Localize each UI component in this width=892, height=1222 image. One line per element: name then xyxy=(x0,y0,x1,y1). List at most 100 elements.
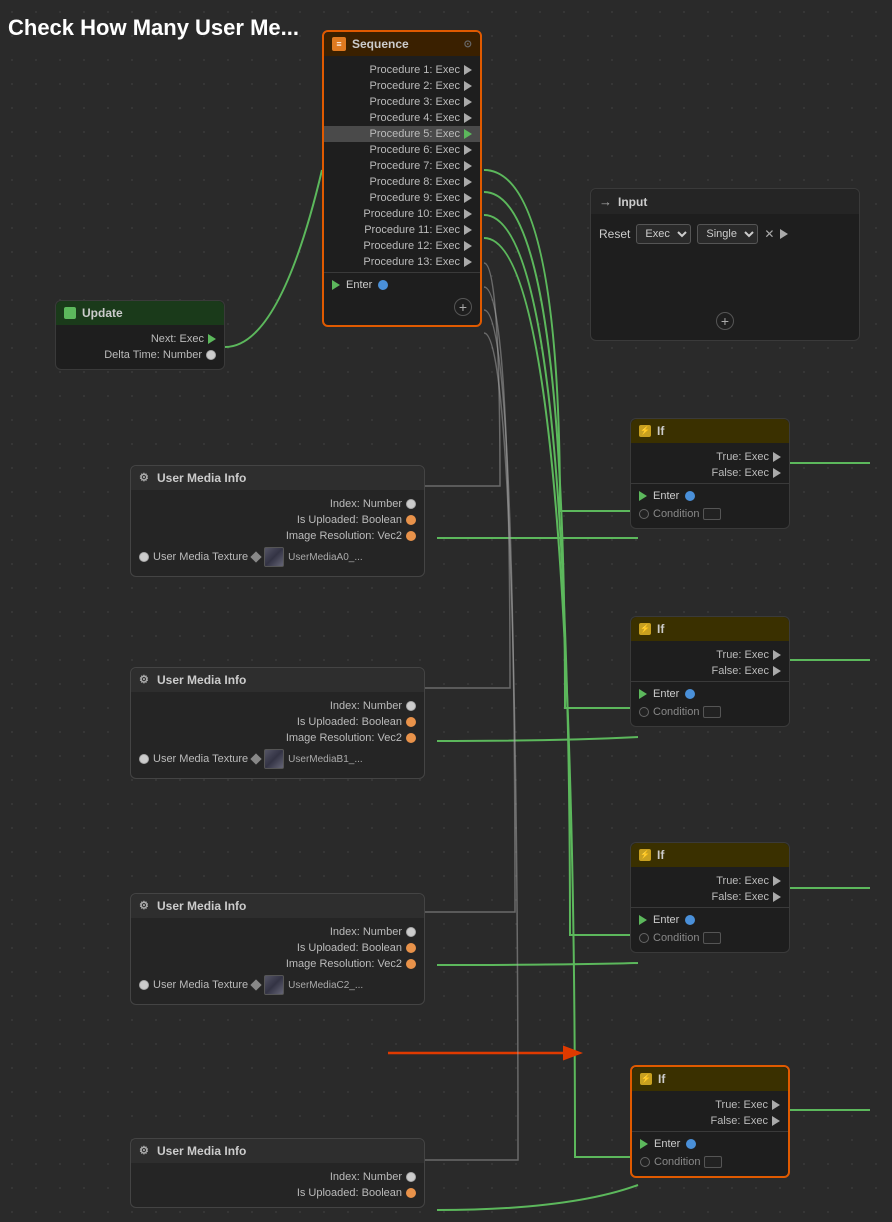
if-2-condition-port xyxy=(639,707,649,717)
umi-node-2: ⚙ User Media Info Index: Number Is Uploa… xyxy=(130,667,425,779)
umi-2-texture-thumb xyxy=(264,749,284,769)
if-3-bool-box xyxy=(703,932,721,944)
if-3-icon: ⚡ xyxy=(639,849,651,861)
sequence-enter-exec xyxy=(332,280,340,290)
if-4-true-row: True: Exec xyxy=(632,1097,788,1113)
umi-1-body: Index: Number Is Uploaded: Boolean Image… xyxy=(131,490,424,576)
umi-1-header: ⚙ User Media Info xyxy=(131,466,424,490)
umi-1-gear-icon: ⚙ xyxy=(139,472,151,484)
sequence-options: ⊙ xyxy=(464,39,472,50)
if-2-condition-label: Condition xyxy=(653,706,699,718)
input-close-button[interactable]: ✕ xyxy=(764,227,774,241)
umi-1-resolution-row: Image Resolution: Vec2 xyxy=(131,528,424,544)
sequence-icon: ≡ xyxy=(332,37,346,51)
umi-2-resolution-row: Image Resolution: Vec2 xyxy=(131,730,424,746)
umi-4-title: User Media Info xyxy=(157,1144,246,1158)
umi-2-index-label: Index: Number xyxy=(330,700,402,712)
umi-3-index-port xyxy=(406,927,416,937)
umi-3-texture-thumb xyxy=(264,975,284,995)
input-node-header: → Input xyxy=(591,189,859,214)
umi-3-texture-name: UserMediaC2_... xyxy=(288,980,363,991)
if-1-enter-row: Enter xyxy=(631,486,789,506)
proc-9-label: Procedure 9: Exec xyxy=(370,192,461,204)
if-1-icon: ⚡ xyxy=(639,425,651,437)
if-2-true-label: True: Exec xyxy=(716,649,769,661)
proc-7-label: Procedure 7: Exec xyxy=(370,160,461,172)
if-3-enter-row: Enter xyxy=(631,910,789,930)
if-1-false-exec xyxy=(773,468,781,478)
if-1-true-label: True: Exec xyxy=(716,451,769,463)
if-1-true-row: True: Exec xyxy=(631,449,789,465)
if-node-4-body: True: Exec False: Exec Enter Condition xyxy=(632,1091,788,1176)
update-body: Next: Exec Delta Time: Number xyxy=(56,325,224,369)
proc-8-exec xyxy=(464,177,472,187)
if-2-true-exec xyxy=(773,650,781,660)
umi-2-texture-name: UserMediaB1_... xyxy=(288,754,362,765)
if-2-true-row: True: Exec xyxy=(631,647,789,663)
umi-4-body: Index: Number Is Uploaded: Boolean xyxy=(131,1163,424,1207)
update-icon xyxy=(64,307,76,319)
input-single-select[interactable]: Single xyxy=(697,224,758,244)
if-3-label: If xyxy=(657,848,664,862)
umi-1-index-row: Index: Number xyxy=(131,496,424,512)
umi-1-resolution-port xyxy=(406,531,416,541)
umi-4-uploaded-port xyxy=(406,1188,416,1198)
umi-1-texture-name: UserMediaA0_... xyxy=(288,552,362,563)
input-add-button[interactable]: + xyxy=(716,312,734,330)
umi-3-body: Index: Number Is Uploaded: Boolean Image… xyxy=(131,918,424,1004)
proc-4-row: Procedure 4: Exec xyxy=(324,110,480,126)
umi-4-index-row: Index: Number xyxy=(131,1169,424,1185)
umi-4-uploaded-row: Is Uploaded: Boolean xyxy=(131,1185,424,1201)
umi-1-texture-thumb xyxy=(264,547,284,567)
proc-13-exec xyxy=(464,257,472,267)
if-2-icon: ⚡ xyxy=(639,623,651,635)
if-3-true-exec xyxy=(773,876,781,886)
umi-3-texture-label: User Media Texture xyxy=(153,979,248,991)
update-next-exec xyxy=(208,334,216,344)
if-4-condition-port xyxy=(640,1157,650,1167)
if-node-1: ⚡ 1 If True: Exec False: Exec Enter Cond… xyxy=(630,418,790,529)
input-body: Reset Exec Single ✕ + xyxy=(591,214,859,340)
if-4-enter-row: Enter xyxy=(632,1134,788,1154)
proc-2-exec xyxy=(464,81,472,91)
if-node-2-body: True: Exec False: Exec Enter Condition xyxy=(631,641,789,726)
umi-4-index-port xyxy=(406,1172,416,1182)
umi-4-uploaded-label: Is Uploaded: Boolean xyxy=(297,1187,402,1199)
proc-4-label: Procedure 4: Exec xyxy=(370,112,461,124)
proc-9-exec xyxy=(464,193,472,203)
proc-7-row: Procedure 7: Exec xyxy=(324,158,480,174)
proc-3-exec xyxy=(464,97,472,107)
add-procedure-button[interactable]: + xyxy=(454,298,472,316)
if-3-condition-port xyxy=(639,933,649,943)
umi-3-uploaded-label: Is Uploaded: Boolean xyxy=(297,942,402,954)
if-4-condition-label: Condition xyxy=(654,1156,700,1168)
input-exec-arrow xyxy=(780,229,788,239)
umi-3-index-row: Index: Number xyxy=(131,924,424,940)
umi-3-uploaded-port xyxy=(406,943,416,953)
if-3-condition-row: Condition xyxy=(631,930,789,946)
umi-1-uploaded-row: Is Uploaded: Boolean xyxy=(131,512,424,528)
if-2-label: If xyxy=(657,622,664,636)
if-2-false-label: False: Exec xyxy=(712,665,769,677)
if-node-1-body: True: Exec False: Exec Enter Condition xyxy=(631,443,789,528)
input-content-area xyxy=(591,248,859,308)
if-4-bool-box xyxy=(704,1156,722,1168)
sequence-enter-label: Enter xyxy=(346,279,372,291)
if-2-condition-row: Condition xyxy=(631,704,789,720)
if-node-2-header: ⚡ If xyxy=(631,617,789,641)
if-1-condition-label: Condition xyxy=(653,508,699,520)
input-reset-label: Reset xyxy=(599,227,630,241)
umi-3-uploaded-row: Is Uploaded: Boolean xyxy=(131,940,424,956)
sequence-enter-port xyxy=(378,280,388,290)
if-4-label: If xyxy=(658,1072,665,1086)
umi-2-texture-in-port xyxy=(139,754,149,764)
if-4-enter-exec xyxy=(640,1139,648,1149)
sequence-node: ≡ Sequence ⊙ Procedure 1: Exec Procedure… xyxy=(322,30,482,327)
proc-8-label: Procedure 8: Exec xyxy=(370,176,461,188)
proc-7-exec xyxy=(464,161,472,171)
umi-1-resolution-label: Image Resolution: Vec2 xyxy=(286,530,402,542)
proc-5-exec xyxy=(464,129,472,139)
proc-12-label: Procedure 12: Exec xyxy=(363,240,460,252)
proc-13-row: Procedure 13: Exec xyxy=(324,254,480,270)
input-exec-select[interactable]: Exec xyxy=(636,224,691,244)
